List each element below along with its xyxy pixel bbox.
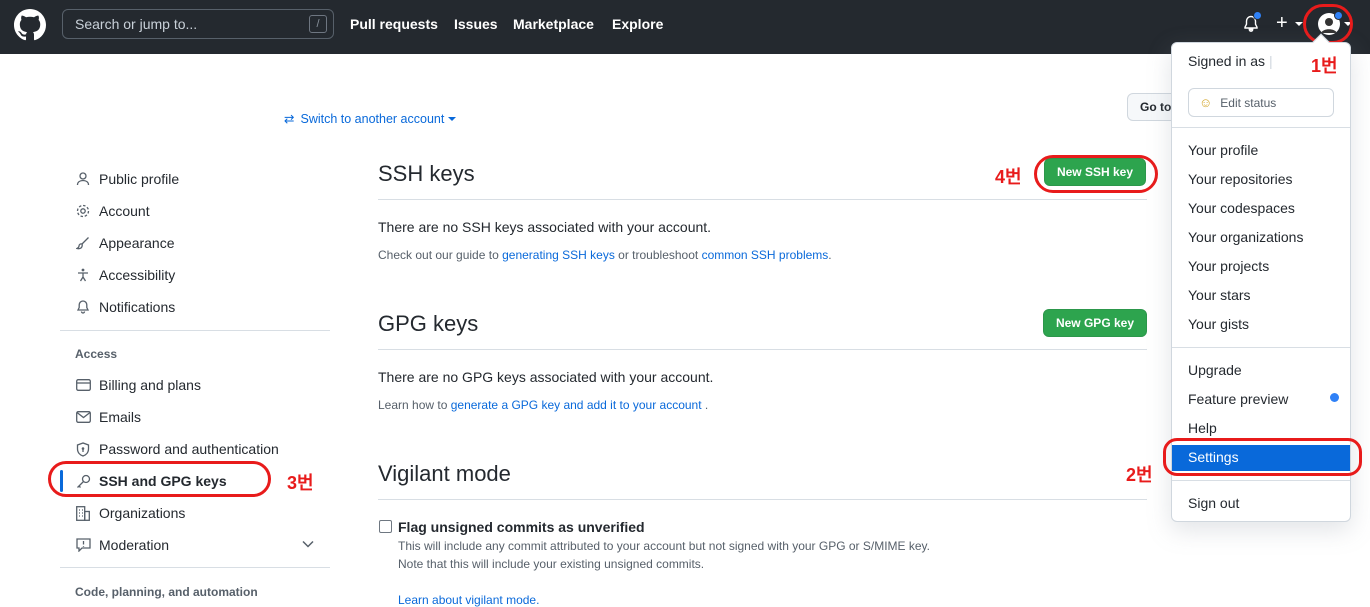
vigilant-checkbox-label[interactable]: Flag unsigned commits as unverified bbox=[398, 519, 645, 535]
annotation-step-2: 2번 bbox=[1126, 465, 1153, 485]
github-logo-icon[interactable] bbox=[14, 9, 46, 41]
sidebar-heading-access: Access bbox=[75, 347, 118, 361]
menu-your-profile[interactable]: Your profile bbox=[1188, 142, 1258, 158]
sidebar-item-emails[interactable]: Emails bbox=[74, 407, 141, 427]
ssh-keys-title: SSH keys bbox=[378, 161, 475, 186]
annotation-ring-ssh-sidebar bbox=[48, 461, 271, 497]
arrow-switch-icon: ⇄ bbox=[284, 112, 295, 126]
search-input[interactable]: Search or jump to... / bbox=[62, 9, 334, 39]
feature-preview-dot bbox=[1330, 393, 1339, 402]
report-icon bbox=[74, 537, 92, 553]
chevron-down-icon bbox=[448, 117, 457, 121]
person-icon bbox=[74, 171, 92, 187]
gpg-empty-message: There are no GPG keys associated with yo… bbox=[378, 369, 714, 385]
mail-icon bbox=[74, 409, 92, 425]
nav-pull-requests[interactable]: Pull requests bbox=[350, 16, 438, 32]
signed-in-as-text: Signed in as | bbox=[1188, 53, 1273, 69]
dropdown-divider-3 bbox=[1172, 480, 1350, 481]
edit-status-button[interactable]: ☺ Edit status bbox=[1188, 88, 1334, 117]
accessibility-icon bbox=[74, 267, 92, 283]
ssh-divider bbox=[378, 199, 1147, 200]
annotation-step-4: 4번 bbox=[995, 167, 1022, 187]
sidebar-item-password-auth[interactable]: Password and authentication bbox=[74, 439, 279, 459]
sidebar-item-account[interactable]: Account bbox=[74, 201, 150, 221]
dropdown-divider-1 bbox=[1172, 127, 1350, 128]
ssh-empty-message: There are no SSH keys associated with yo… bbox=[378, 219, 712, 235]
nav-issues[interactable]: Issues bbox=[454, 16, 498, 32]
dropdown-divider-2 bbox=[1172, 347, 1350, 348]
vigilant-mode-checkbox[interactable] bbox=[379, 520, 392, 533]
paintbrush-icon bbox=[74, 235, 92, 251]
moderation-chevron-down-icon[interactable] bbox=[302, 540, 314, 548]
sidebar-item-appearance[interactable]: Appearance bbox=[74, 233, 175, 253]
organization-icon bbox=[74, 505, 92, 521]
vigilant-note-1: This will include any commit attributed … bbox=[398, 539, 931, 553]
nav-explore[interactable]: Explore bbox=[612, 16, 663, 32]
generate-gpg-key-link[interactable]: generate a GPG key and add it to your ac… bbox=[451, 398, 702, 412]
sidebar-item-accessibility[interactable]: Accessibility bbox=[74, 265, 175, 285]
menu-your-organizations[interactable]: Your organizations bbox=[1188, 229, 1303, 245]
annotation-step-3: 3번 bbox=[287, 473, 314, 493]
menu-your-projects[interactable]: Your projects bbox=[1188, 258, 1269, 274]
shield-lock-icon bbox=[74, 441, 92, 457]
search-shortcut-key: / bbox=[309, 15, 327, 33]
generating-ssh-keys-link[interactable]: generating SSH keys bbox=[502, 248, 615, 262]
sidebar-item-moderation[interactable]: Moderation bbox=[74, 535, 169, 555]
gear-icon bbox=[74, 203, 92, 219]
menu-your-codespaces[interactable]: Your codespaces bbox=[1188, 200, 1295, 216]
create-new-plus-icon[interactable]: + bbox=[1276, 12, 1288, 34]
vigilant-divider bbox=[378, 499, 1147, 500]
notifications-bell-icon[interactable] bbox=[1243, 11, 1262, 38]
common-ssh-problems-link[interactable]: common SSH problems bbox=[702, 248, 829, 262]
search-placeholder: Search or jump to... bbox=[75, 16, 198, 32]
menu-sign-out[interactable]: Sign out bbox=[1188, 495, 1239, 511]
create-caret-icon[interactable] bbox=[1295, 22, 1303, 26]
menu-your-gists[interactable]: Your gists bbox=[1188, 316, 1249, 332]
sidebar-item-public-profile[interactable]: Public profile bbox=[74, 169, 179, 189]
sidebar-divider-2 bbox=[60, 567, 330, 568]
bell-icon bbox=[74, 299, 92, 315]
ssh-guide-text: Check out our guide to generating SSH ke… bbox=[378, 248, 832, 262]
menu-your-stars[interactable]: Your stars bbox=[1188, 287, 1251, 303]
sidebar-item-billing[interactable]: Billing and plans bbox=[74, 375, 201, 395]
switch-account-link[interactable]: ⇄ Switch to another account bbox=[284, 111, 457, 126]
sidebar-heading-code: Code, planning, and automation bbox=[75, 585, 258, 599]
annotation-step-1: 1번 bbox=[1311, 56, 1338, 76]
credit-card-icon bbox=[74, 377, 92, 393]
sidebar-divider bbox=[60, 330, 330, 331]
annotation-ring-settings bbox=[1163, 438, 1362, 476]
menu-upgrade[interactable]: Upgrade bbox=[1188, 362, 1242, 378]
annotation-ring-new-ssh bbox=[1034, 155, 1158, 193]
menu-feature-preview[interactable]: Feature preview bbox=[1188, 391, 1288, 407]
new-gpg-key-button[interactable]: New GPG key bbox=[1043, 309, 1147, 337]
smiley-status-icon: ☺ bbox=[1199, 95, 1213, 110]
menu-help[interactable]: Help bbox=[1188, 420, 1217, 436]
gpg-learn-text: Learn how to generate a GPG key and add … bbox=[378, 398, 709, 412]
vigilant-note-2: Note that this will include your existin… bbox=[398, 557, 705, 571]
gpg-divider bbox=[378, 349, 1147, 350]
gpg-keys-title: GPG keys bbox=[378, 311, 479, 336]
sidebar-item-notifications[interactable]: Notifications bbox=[74, 297, 175, 317]
vigilant-mode-title: Vigilant mode bbox=[378, 461, 511, 486]
menu-your-repositories[interactable]: Your repositories bbox=[1188, 171, 1293, 187]
sidebar-item-organizations[interactable]: Organizations bbox=[74, 503, 185, 523]
nav-marketplace[interactable]: Marketplace bbox=[513, 16, 594, 32]
notification-dot bbox=[1253, 11, 1262, 20]
annotation-ring-avatar bbox=[1303, 4, 1353, 44]
learn-vigilant-mode-link[interactable]: Learn about vigilant mode. bbox=[398, 593, 539, 607]
